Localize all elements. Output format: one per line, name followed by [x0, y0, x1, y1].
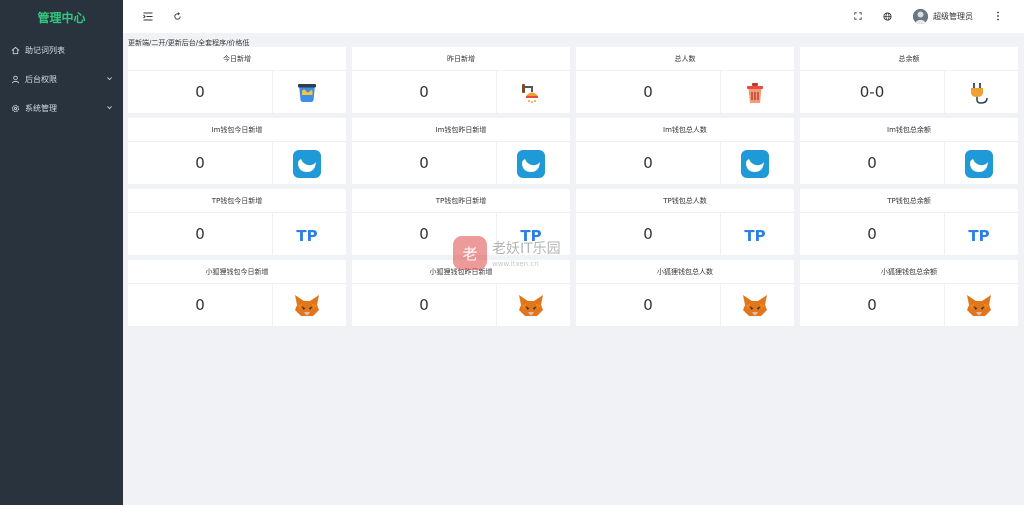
card-title: TP钱包今日新增	[128, 189, 346, 213]
card-value: 0	[867, 154, 877, 172]
card-value: 0	[643, 154, 653, 172]
plug-icon	[965, 79, 993, 107]
trash-bin-icon	[741, 79, 769, 107]
more-vertical-icon[interactable]	[990, 8, 1006, 24]
user-menu[interactable]: 超级管理员	[913, 7, 973, 25]
svg-text:TP: TP	[296, 227, 317, 245]
stat-card-tp-today-new: TP钱包今日新增 0 TP	[128, 189, 346, 255]
card-value: 0	[867, 296, 877, 314]
chevron-down-icon	[106, 75, 113, 84]
stat-card-yesterday-new: 昨日新增 0	[352, 47, 570, 113]
card-value: 0	[867, 225, 877, 243]
card-title: TP钱包总人数	[576, 189, 794, 213]
card-value: 0	[419, 83, 429, 101]
stat-card-im-total-users: Im钱包总人数 0	[576, 118, 794, 184]
card-title: TP钱包昨日新增	[352, 189, 570, 213]
stat-card-tp-total-users: TP钱包总人数 0 TP	[576, 189, 794, 255]
menu-fold-icon[interactable]	[140, 8, 156, 24]
stat-card-im-today-new: Im钱包今日新增 0	[128, 118, 346, 184]
svg-text:TP: TP	[520, 227, 541, 245]
svg-text:TP: TP	[968, 227, 989, 245]
card-title: 总人数	[576, 47, 794, 71]
card-value: 0	[419, 296, 429, 314]
card-value: 0	[643, 296, 653, 314]
card-title: Im钱包今日新增	[128, 118, 346, 142]
card-title: 小狐狸钱包今日新增	[128, 260, 346, 284]
sidebar-item-admin-permissions[interactable]: 后台权限	[0, 65, 123, 94]
user-name: 超级管理员	[933, 11, 973, 21]
card-title: 今日新增	[128, 47, 346, 71]
metamask-fox-icon	[517, 292, 545, 320]
card-value: 0	[195, 225, 205, 243]
card-value: 0-0	[859, 83, 885, 101]
card-title: Im钱包总人数	[576, 118, 794, 142]
svg-text:TP: TP	[744, 227, 765, 245]
chevron-down-icon	[106, 104, 113, 113]
stat-card-im-total-balance: Im钱包总余额 0	[800, 118, 1018, 184]
stat-card-fox-yesterday-new: 小狐狸钱包昨日新增 0	[352, 260, 570, 326]
stat-card-fox-today-new: 小狐狸钱包今日新增 0	[128, 260, 346, 326]
tp-logo-icon: TP	[517, 221, 545, 249]
sidebar-item-label: 助记词列表	[25, 46, 65, 55]
card-title: Im钱包昨日新增	[352, 118, 570, 142]
tp-logo-icon: TP	[293, 221, 321, 249]
top-bar: 超级管理员	[123, 0, 1024, 33]
stat-card-tp-total-balance: TP钱包总余额 0 TP	[800, 189, 1018, 255]
card-value: 0	[195, 296, 205, 314]
card-value: 0	[643, 83, 653, 101]
metamask-fox-icon	[741, 292, 769, 320]
card-title: TP钱包总余额	[800, 189, 1018, 213]
card-title: 小狐狸钱包总人数	[576, 260, 794, 284]
card-title: 小狐狸钱包昨日新增	[352, 260, 570, 284]
refresh-icon[interactable]	[169, 8, 185, 24]
stat-card-total-users: 总人数 0	[576, 47, 794, 113]
metamask-fox-icon	[293, 292, 321, 320]
card-title: 总余额	[800, 47, 1018, 71]
card-value: 0	[419, 154, 429, 172]
avatar	[913, 8, 928, 24]
card-value: 0	[419, 225, 429, 243]
stat-card-fox-total-users: 小狐狸钱包总人数 0	[576, 260, 794, 326]
imtoken-logo-icon	[965, 150, 993, 178]
stat-card-fox-total-balance: 小狐狸钱包总余额 0	[800, 260, 1018, 326]
brand-title: 管理中心	[37, 11, 86, 25]
sidebar-item-system-settings[interactable]: 系统管理	[0, 94, 123, 123]
card-title: 昨日新增	[352, 47, 570, 71]
fullscreen-icon[interactable]	[850, 8, 866, 24]
card-value: 0	[195, 83, 205, 101]
gear-icon	[10, 104, 20, 113]
card-title: Im钱包总余额	[800, 118, 1018, 142]
home-icon	[10, 46, 20, 55]
imtoken-logo-icon	[517, 150, 545, 178]
paint-bucket-icon	[293, 79, 321, 107]
tp-logo-icon: TP	[965, 221, 993, 249]
sidebar: 管理中心 助记词列表 后台权限 系统管理	[0, 0, 123, 505]
stat-card-tp-yesterday-new: TP钱包昨日新增 0 TP	[352, 189, 570, 255]
tp-logo-icon: TP	[741, 221, 769, 249]
stat-card-im-yesterday-new: Im钱包昨日新增 0	[352, 118, 570, 184]
globe-icon[interactable]	[879, 8, 895, 24]
stat-card-total-balance: 总余额 0-0	[800, 47, 1018, 113]
faucet-icon	[517, 79, 545, 107]
user-icon	[10, 75, 20, 84]
card-value: 0	[195, 154, 205, 172]
stat-card-today-new: 今日新增 0	[128, 47, 346, 113]
card-value: 0	[643, 225, 653, 243]
imtoken-logo-icon	[741, 150, 769, 178]
card-title: 小狐狸钱包总余额	[800, 260, 1018, 284]
sidebar-item-mnemonic-list[interactable]: 助记词列表	[0, 36, 123, 65]
metamask-fox-icon	[965, 292, 993, 320]
imtoken-logo-icon	[293, 150, 321, 178]
sidebar-item-label: 系统管理	[25, 104, 57, 113]
sidebar-item-label: 后台权限	[25, 75, 57, 84]
